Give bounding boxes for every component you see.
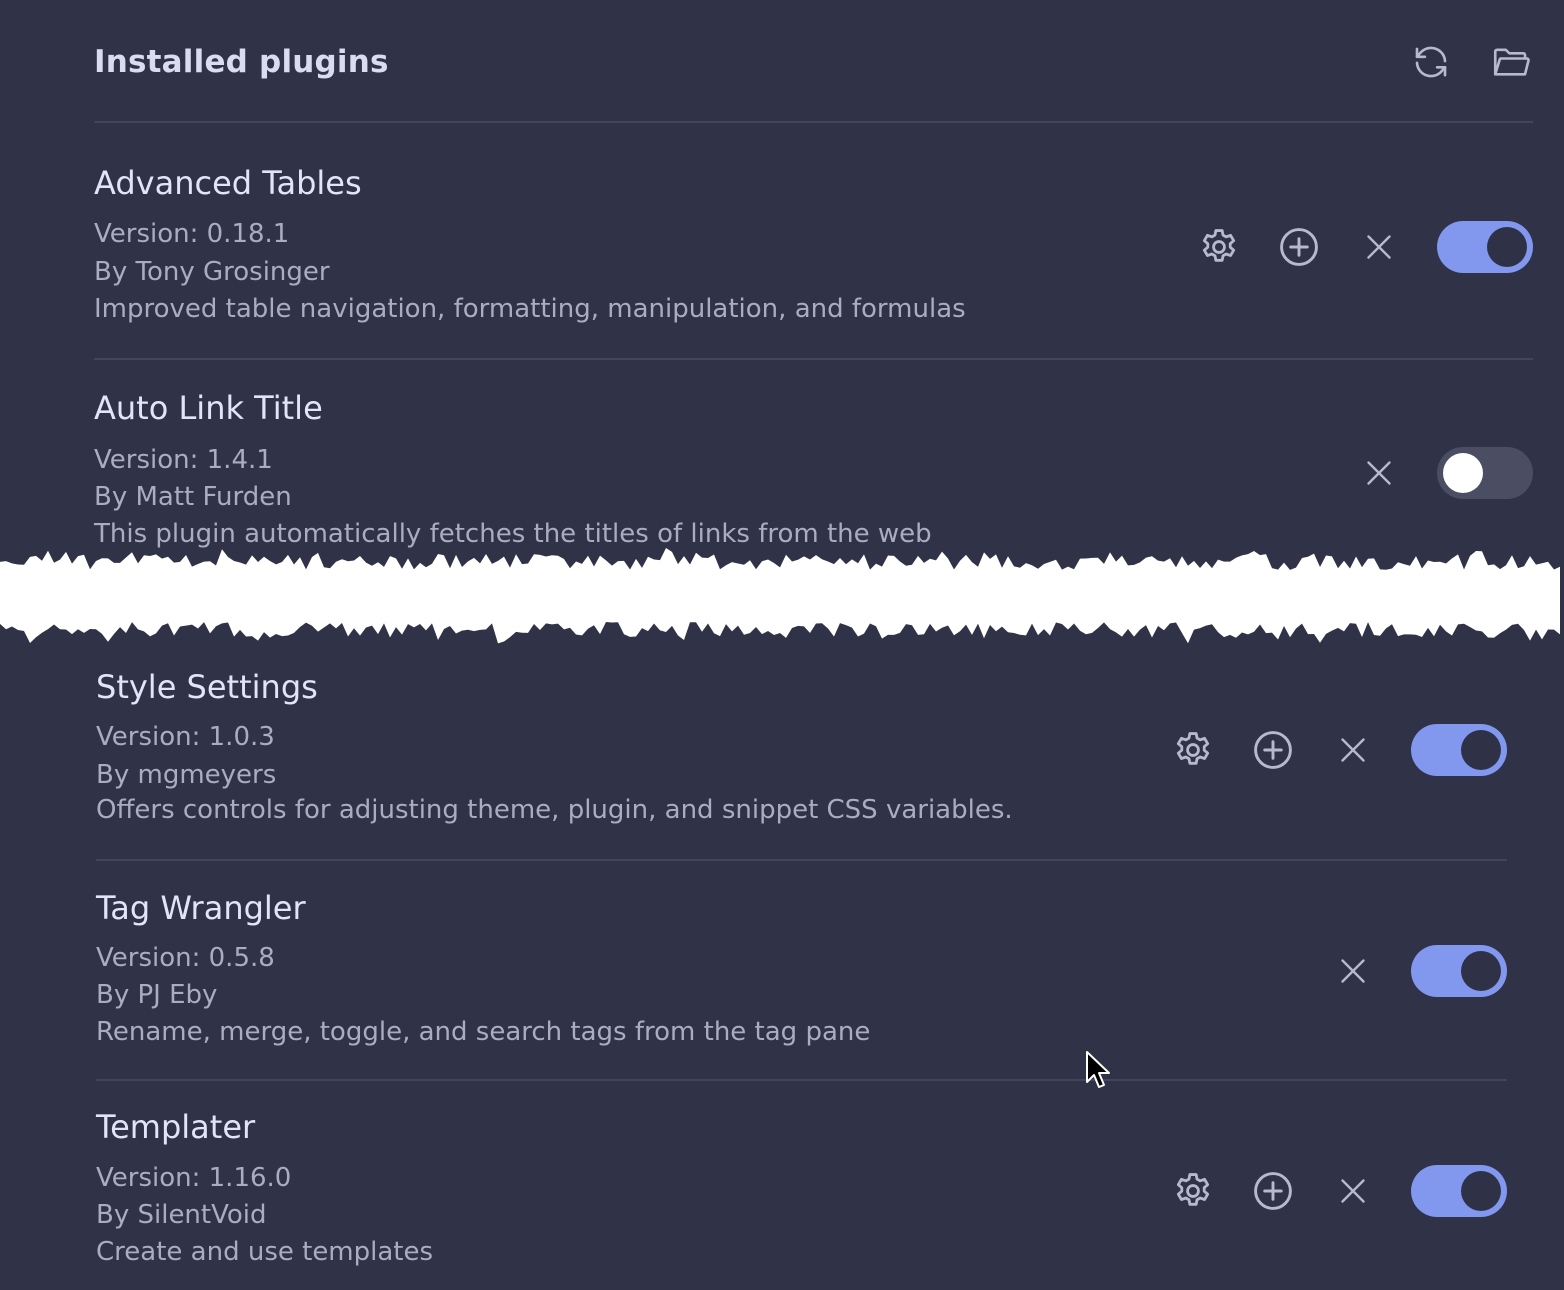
close-icon [1361,455,1397,491]
toggle-knob [1487,227,1527,267]
plugin-item-tag-wrangler: Tag Wrangler Version: 0.5.8 By PJ Eby Re… [96,859,1507,1080]
plugin-name: Style Settings [96,668,318,706]
plus-circle-icon [1251,1169,1295,1213]
plugin-controls [1357,445,1533,501]
torn-edge-shape [0,548,1560,644]
plugin-controls [1171,1163,1507,1219]
plugins-panel-top: Installed plugins Advanced Tables Versio… [0,0,1564,562]
close-icon [1335,732,1371,768]
plugin-author: By Matt Furden [94,482,292,512]
plugin-options-button[interactable] [1171,728,1215,772]
plugin-author: By mgmeyers [96,760,277,790]
toggle-knob [1443,453,1483,493]
plus-circle-icon [1251,728,1295,772]
plugin-uninstall-button[interactable] [1357,225,1401,269]
plugin-name: Advanced Tables [94,164,362,202]
plugin-author: By SilentVoid [96,1200,267,1230]
refresh-icon [1415,46,1447,78]
plugin-uninstall-button[interactable] [1357,451,1401,495]
header-actions [1409,40,1533,84]
plugin-version: Version: 0.18.1 [94,219,290,249]
plugin-enable-toggle[interactable] [1437,221,1533,273]
plus-circle-icon [1277,225,1321,269]
gear-icon [1172,1170,1214,1212]
section-title: Installed plugins [94,44,389,80]
plugin-uninstall-button[interactable] [1331,949,1375,993]
plugin-controls [1197,219,1533,275]
close-icon [1335,1173,1371,1209]
plugin-version: Version: 1.4.1 [94,445,273,475]
plugin-uninstall-button[interactable] [1331,728,1375,772]
plugin-options-button[interactable] [1197,225,1241,269]
reload-plugins-button[interactable] [1409,40,1453,84]
plugin-author: By PJ Eby [96,980,218,1010]
plugin-version: Version: 1.16.0 [96,1163,292,1193]
plugin-controls [1171,722,1507,778]
toggle-knob [1461,730,1501,770]
plugin-item-templater: Templater Version: 1.16.0 By SilentVoid … [96,1079,1507,1290]
toggle-knob [1461,951,1501,991]
plugin-enable-toggle[interactable] [1411,945,1507,997]
plugin-hotkeys-button[interactable] [1251,728,1295,772]
plugin-uninstall-button[interactable] [1331,1169,1375,1213]
plugins-panel-bottom: Style Settings Version: 1.0.3 By mgmeyer… [0,632,1564,1290]
folder-open-icon [1493,48,1530,76]
plugin-name: Tag Wrangler [96,889,306,927]
plugin-description: Rename, merge, toggle, and search tags f… [96,1017,871,1047]
mouse-cursor-icon [1086,1051,1110,1088]
plugin-hotkeys-button[interactable] [1251,1169,1295,1213]
plugin-enable-toggle[interactable] [1437,447,1533,499]
plugin-options-button[interactable] [1171,1169,1215,1213]
section-header: Installed plugins [94,0,1533,123]
plugin-enable-toggle[interactable] [1411,1165,1507,1217]
torn-edge-separator [0,548,1560,644]
plugin-name: Auto Link Title [94,389,323,427]
gear-icon [1198,226,1240,268]
plugin-hotkeys-button[interactable] [1277,225,1321,269]
plugin-name: Templater [96,1108,256,1146]
plugin-author: By Tony Grosinger [94,257,330,287]
plugin-enable-toggle[interactable] [1411,724,1507,776]
plugin-item-style-settings: Style Settings Version: 1.0.3 By mgmeyer… [96,632,1507,860]
close-icon [1361,229,1397,265]
close-icon [1335,953,1371,989]
plugin-item-advanced-tables: Advanced Tables Version: 0.18.1 By Tony … [94,123,1533,359]
plugin-description: Create and use templates [96,1237,434,1267]
plugin-controls [1331,943,1507,999]
open-plugins-folder-button[interactable] [1489,40,1533,84]
plugin-description: Improved table navigation, formatting, m… [94,294,966,324]
plugin-item-auto-link-title: Auto Link Title Version: 1.4.1 By Matt F… [94,358,1533,562]
toggle-knob [1461,1171,1501,1211]
plugin-description: Offers controls for adjusting theme, plu… [96,795,1013,825]
plugin-version: Version: 0.5.8 [96,943,275,973]
gear-icon [1172,729,1214,771]
plugin-version: Version: 1.0.3 [96,722,275,752]
